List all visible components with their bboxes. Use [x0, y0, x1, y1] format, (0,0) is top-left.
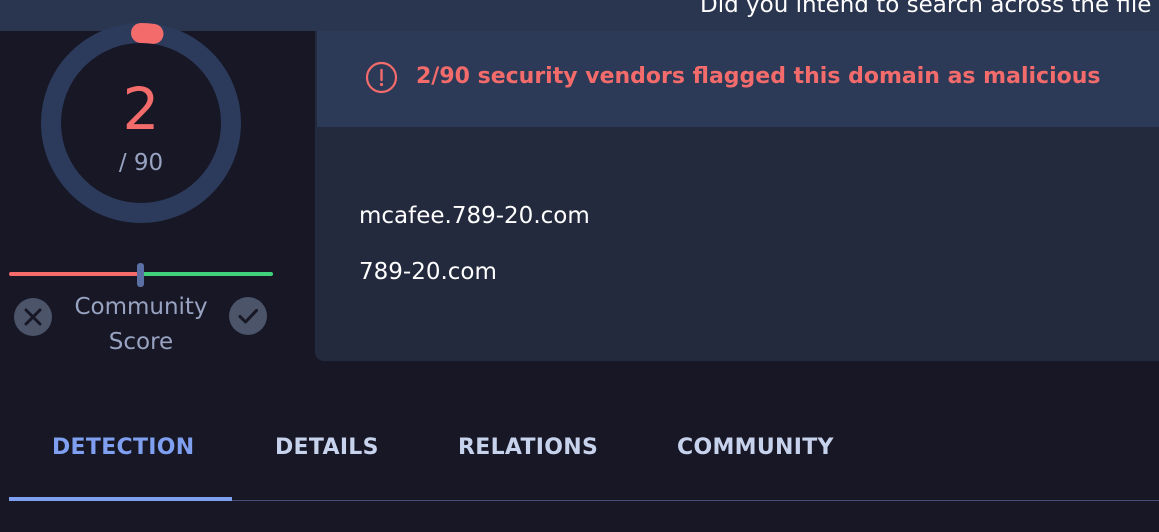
domain-name: mcafee.789-20.com	[359, 203, 590, 229]
detection-summary-card: 2/90 security vendors flagged this domai…	[315, 31, 1159, 361]
close-icon	[24, 308, 42, 326]
community-score-marker	[137, 263, 144, 287]
tab-community[interactable]: COMMUNITY	[677, 435, 834, 460]
exclamation-circle-icon	[365, 61, 398, 94]
search-suggestion-text[interactable]: Did you intend to search across the file…	[700, 0, 1159, 18]
tab-relations[interactable]: RELATIONS	[458, 435, 598, 460]
check-icon	[238, 309, 258, 324]
community-score-label-line1: Community	[74, 294, 208, 320]
active-tab-indicator	[9, 497, 232, 501]
detection-score-value: 2	[122, 75, 160, 143]
parent-domain-link[interactable]: 789-20.com	[359, 256, 497, 288]
domain-report-page: Did you intend to search across the file…	[0, 0, 1159, 532]
detection-alert-header: 2/90 security vendors flagged this domai…	[317, 31, 1159, 127]
detection-alert-text: 2/90 security vendors flagged this domai…	[416, 64, 1101, 89]
community-score-label-line2: Score	[108, 329, 174, 355]
report-tabs: DETECTION DETAILS RELATIONS COMMUNITY	[0, 420, 1159, 502]
community-score-label: Community Score	[60, 290, 222, 360]
upvote-button[interactable]	[229, 297, 267, 335]
community-score-harmless-segment	[141, 272, 273, 276]
tab-detection[interactable]: DETECTION	[52, 435, 194, 460]
detection-score-total: / 90	[118, 150, 164, 176]
downvote-button[interactable]	[14, 298, 52, 336]
tab-details[interactable]: DETAILS	[275, 435, 379, 460]
community-score-malicious-segment	[9, 272, 141, 276]
